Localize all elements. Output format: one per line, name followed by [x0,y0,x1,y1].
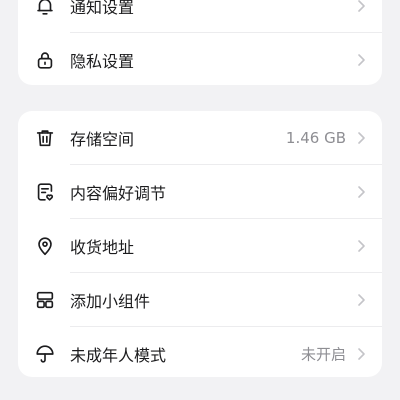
location-pin-icon [34,235,56,257]
content-preference-icon [34,181,56,203]
chevron-right-icon [356,131,366,145]
settings-row-label: 通知设置 [70,0,135,17]
settings-row-label: 存储空间 [70,130,135,149]
settings-row-notifications[interactable]: 通知设置 [18,0,382,33]
bell-icon [34,0,56,17]
settings-card-notifications-privacy: 通知设置 隐私设置 [18,0,382,85]
widget-grid-icon [34,289,56,311]
chevron-right-icon [356,185,366,199]
settings-row-label: 收货地址 [70,238,135,257]
settings-row-storage[interactable]: 存储空间 1.46 GB [18,111,382,165]
settings-row-label: 隐私设置 [70,52,135,71]
umbrella-icon [34,343,56,365]
minor-mode-status-value: 未开启 [300,345,346,364]
chevron-right-icon [356,293,366,307]
chevron-right-icon [356,239,366,253]
storage-size-value: 1.46 GB [285,129,346,147]
chevron-right-icon [356,347,366,361]
lock-icon [34,49,56,71]
settings-row-label: 未成年人模式 [70,346,167,365]
chevron-right-icon [356,0,366,13]
chevron-right-icon [356,53,366,67]
settings-card-general: 存储空间 1.46 GB 内容偏好调节 收货地址 添加小组件 未成年人模式 未开… [18,111,382,377]
trash-icon [34,127,56,149]
settings-row-privacy[interactable]: 隐私设置 [18,33,382,85]
settings-row-label: 添加小组件 [70,292,151,311]
settings-row-label: 内容偏好调节 [70,184,167,203]
settings-row-shipping-address[interactable]: 收货地址 [18,219,382,273]
settings-row-content-preference[interactable]: 内容偏好调节 [18,165,382,219]
settings-row-minor-mode[interactable]: 未成年人模式 未开启 [18,327,382,377]
settings-row-add-widget[interactable]: 添加小组件 [18,273,382,327]
